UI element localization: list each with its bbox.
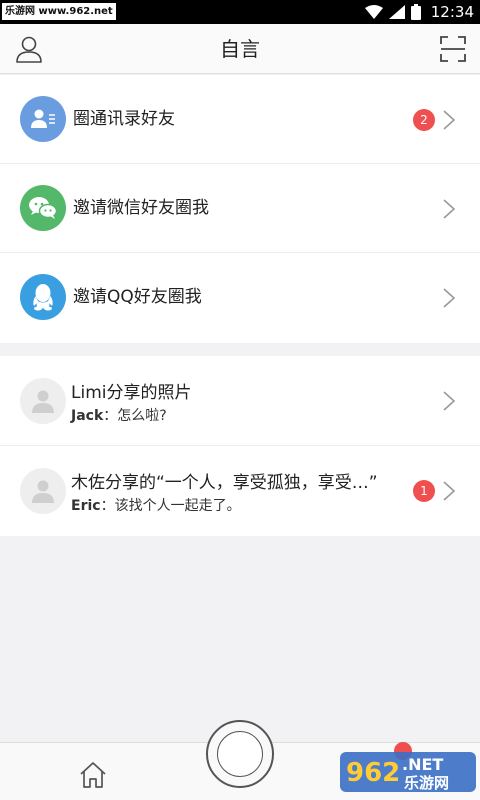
message-text: ：怎么啦? <box>103 408 167 424</box>
message-sender: Eric <box>71 498 101 514</box>
chevron-right-icon <box>443 198 456 219</box>
message-preview: Eric：该找个人一起走了。 <box>71 495 241 515</box>
message-list: Limi分享的照片 Jack：怎么啦? 木佐分享的“一个人，享受孤独，享受…” … <box>0 356 480 536</box>
page-title: 自言 <box>220 37 260 61</box>
status-bar: 乐游网 www.962.net 12:34 <box>0 0 480 24</box>
clock: 12:34 <box>430 3 474 21</box>
logo-net: .NET <box>402 755 443 774</box>
status-icons: 12:34 <box>364 0 474 24</box>
watermark-text: 乐游网 www.962.net <box>2 3 116 20</box>
contacts-icon <box>20 96 66 142</box>
unread-badge: 2 <box>413 108 435 131</box>
unread-badge: 1 <box>413 480 435 502</box>
message-sender: Jack <box>71 408 104 424</box>
wifi-icon <box>364 5 383 19</box>
signal-icon <box>388 5 405 19</box>
invite-item-qq[interactable]: 邀请QQ好友圈我 <box>0 253 480 342</box>
invite-item-wechat[interactable]: 邀请微信好友圈我 <box>0 164 480 253</box>
avatar <box>20 378 66 424</box>
invite-item-label: 圈通讯录好友 <box>73 109 175 129</box>
camera-shutter-icon[interactable] <box>206 720 274 788</box>
message-text: ：该找个人一起走了。 <box>100 498 241 514</box>
message-item[interactable]: 木佐分享的“一个人，享受孤独，享受…” Eric：该找个人一起走了。 1 <box>0 446 480 536</box>
chevron-right-icon <box>443 109 456 130</box>
shutter-inner <box>217 731 263 777</box>
wechat-icon <box>20 185 66 231</box>
home-icon[interactable] <box>78 760 108 790</box>
chevron-right-icon <box>443 391 456 411</box>
message-item[interactable]: Limi分享的照片 Jack：怎么啦? <box>0 356 480 446</box>
battery-icon <box>410 4 421 20</box>
scan-icon[interactable] <box>440 36 466 62</box>
chevron-right-icon <box>443 481 456 501</box>
message-title: 木佐分享的“一个人，享受孤独，享受…” <box>71 473 378 493</box>
avatar <box>20 468 66 514</box>
invite-item-contacts[interactable]: 圈通讯录好友 2 <box>0 75 480 164</box>
qq-icon <box>20 274 66 320</box>
logo-number: 962 <box>346 758 400 788</box>
logo-watermark: 962 .NET 乐游网 <box>340 752 476 792</box>
invite-list: 圈通讯录好友 2 邀请微信好友圈我 邀请QQ好友圈我 <box>0 75 480 343</box>
logo-name: 乐游网 <box>404 774 449 792</box>
invite-item-label: 邀请QQ好友圈我 <box>73 287 202 307</box>
invite-item-label: 邀请微信好友圈我 <box>73 198 209 218</box>
message-preview: Jack：怎么啦? <box>71 405 167 425</box>
nav-bar: 自言 <box>0 24 480 74</box>
chevron-right-icon <box>443 287 456 308</box>
message-title: Limi分享的照片 <box>71 383 192 403</box>
